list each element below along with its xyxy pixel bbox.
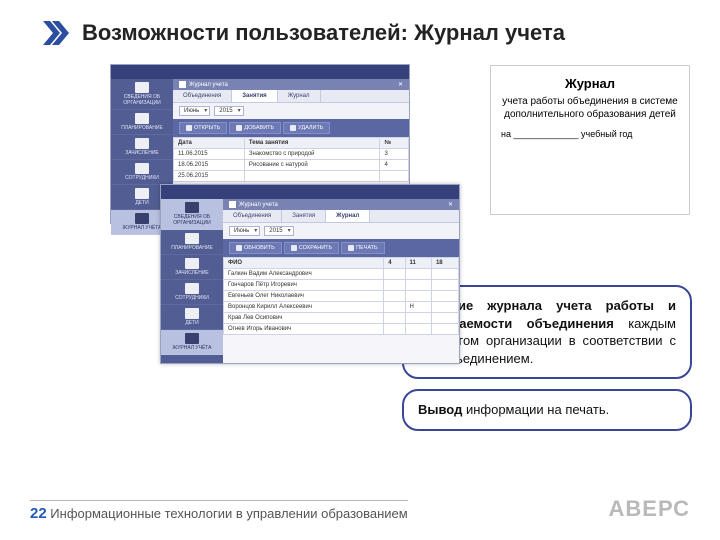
app2-titlebar: [161, 185, 459, 199]
app-screenshot-2: СВЕДЕНИЯ ОБ ОРГАНИЗАЦИИ ПЛАНИРОВАНИЕ ЗАЧ…: [160, 184, 460, 364]
journal-heading: Журнал: [501, 76, 679, 91]
page-header: Возможности пользователей: Журнал учета: [0, 0, 720, 56]
app2-table: ФИО41118 Галкин Вадим Александрович Гонч…: [223, 257, 459, 335]
callout-2: Вывод информации на печать.: [402, 389, 692, 431]
journal-body: учета работы объединения в системе допол…: [501, 95, 679, 121]
year-select-2[interactable]: 2015: [264, 226, 293, 236]
journal-preview: Журнал учета работы объединения в систем…: [490, 65, 690, 215]
app2-sidebar: СВЕДЕНИЯ ОБ ОРГАНИЗАЦИИ ПЛАНИРОВАНИЕ ЗАЧ…: [161, 199, 223, 363]
page-number: 22: [30, 505, 47, 522]
tab-groups-2[interactable]: Объединения: [223, 210, 282, 222]
tab-lessons-2[interactable]: Занятия: [282, 210, 326, 222]
page-title: Возможности пользователей: Журнал учета: [82, 20, 565, 46]
refresh-button[interactable]: ОБНОВИТЬ: [229, 242, 282, 254]
month-select[interactable]: Июнь: [179, 106, 210, 116]
save-button[interactable]: СОХРАНИТЬ: [284, 242, 339, 254]
app1-breadcrumb: Журнал учета✕: [173, 79, 409, 90]
year-select[interactable]: 2015: [214, 106, 243, 116]
app1-titlebar: [111, 65, 409, 79]
tab-journal-2[interactable]: Журнал: [326, 210, 370, 222]
open-button[interactable]: ОТКРЫТЬ: [179, 122, 227, 134]
footer: 22 Информационные технологии в управлени…: [30, 496, 690, 522]
tab-groups[interactable]: Объединения: [173, 90, 232, 102]
delete-button[interactable]: УДАЛИТЬ: [283, 122, 330, 134]
app2-breadcrumb: Журнал учета✕: [223, 199, 459, 210]
tab-journal[interactable]: Журнал: [278, 90, 321, 102]
print-button[interactable]: ПЕЧАТЬ: [341, 242, 385, 254]
chevron-icon: [40, 18, 70, 48]
add-button[interactable]: ДОБАВИТЬ: [229, 122, 281, 134]
month-select-2[interactable]: Июнь: [229, 226, 260, 236]
brand-logo: АВЕРС: [609, 496, 690, 522]
footer-left: 22 Информационные технологии в управлени…: [30, 500, 408, 522]
journal-year-line: на _____________ учебный год: [501, 129, 679, 139]
tab-lessons[interactable]: Занятия: [232, 90, 277, 102]
app1-table: ДатаТема занятия№ 11.06.2015Знакомство с…: [173, 137, 409, 182]
